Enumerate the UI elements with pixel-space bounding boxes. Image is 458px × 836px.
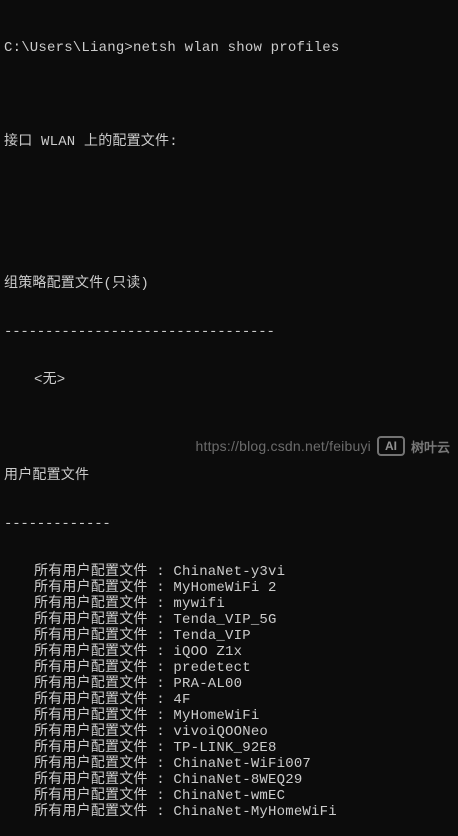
profile-entry-prefix: 所有用户配置文件 : xyxy=(34,676,174,692)
profile-entry-prefix: 所有用户配置文件 : xyxy=(34,724,174,740)
profile-name: Tenda_VIP_5G xyxy=(173,612,277,628)
interface-line: 接口 WLAN 上的配置文件: xyxy=(4,134,178,150)
profile-name: 4F xyxy=(173,692,191,708)
profile-name: TP-LINK_92E8 xyxy=(173,740,277,756)
profile-name: predetect xyxy=(173,660,251,676)
group-policy-divider: --------------------------------- xyxy=(4,324,275,340)
profile-entry-prefix: 所有用户配置文件 : xyxy=(34,580,174,596)
profile-entry: 所有用户配置文件 : 4F xyxy=(4,692,452,708)
profile-entry-prefix: 所有用户配置文件 : xyxy=(34,644,174,660)
profile-entry: 所有用户配置文件 : Tenda_VIP_5G xyxy=(4,612,452,628)
profile-name: MyHomeWiFi 2 xyxy=(173,580,277,596)
profile-name: PRA-AL00 xyxy=(173,676,243,692)
profile-entry-prefix: 所有用户配置文件 : xyxy=(34,788,174,804)
user-profiles-header: 用户配置文件 xyxy=(4,468,90,484)
profile-name: vivoiQOONeo xyxy=(173,724,269,740)
console-output: C:\Users\Liang>netsh wlan show profiles … xyxy=(4,8,452,820)
profile-entry-prefix: 所有用户配置文件 : xyxy=(34,708,174,724)
profile-entry: 所有用户配置文件 : mywifi xyxy=(4,596,452,612)
profile-name: MyHomeWiFi xyxy=(173,708,260,724)
profile-entry: 所有用户配置文件 : MyHomeWiFi xyxy=(4,708,452,724)
profile-entry: 所有用户配置文件 : ChinaNet-wmEC xyxy=(4,788,452,804)
profile-entry-prefix: 所有用户配置文件 : xyxy=(34,756,174,772)
profile-entry: 所有用户配置文件 : Tenda_VIP xyxy=(4,628,452,644)
profile-entry: 所有用户配置文件 : vivoiQOONeo xyxy=(4,724,452,740)
watermark-brand: 树叶云 xyxy=(410,439,450,455)
profile-name: mywifi xyxy=(173,596,226,612)
profile-name: Tenda_VIP xyxy=(173,628,251,644)
profile-name: iQOO Z1x xyxy=(173,644,243,660)
profile-entry-prefix: 所有用户配置文件 : xyxy=(34,612,174,628)
prompt: C:\Users\Liang> xyxy=(4,40,134,56)
watermark: https://blog.csdn.net/feibuyi AI 树叶云 xyxy=(196,436,450,456)
profile-entry-prefix: 所有用户配置文件 : xyxy=(34,628,174,644)
user-profiles-divider: ------------- xyxy=(4,516,111,532)
profile-entry: 所有用户配置文件 : PRA-AL00 xyxy=(4,676,452,692)
profile-entry: 所有用户配置文件 : iQOO Z1x xyxy=(4,644,452,660)
profile-entry-prefix: 所有用户配置文件 : xyxy=(34,564,174,580)
profile-entry-prefix: 所有用户配置文件 : xyxy=(34,692,174,708)
command-text: netsh wlan show profiles xyxy=(133,40,340,56)
profile-entry: 所有用户配置文件 : MyHomeWiFi 2 xyxy=(4,580,452,596)
profile-entry-prefix: 所有用户配置文件 : xyxy=(34,740,174,756)
profile-entry: 所有用户配置文件 : ChinaNet-y3vi xyxy=(4,564,452,580)
profile-entry-prefix: 所有用户配置文件 : xyxy=(34,596,174,612)
profile-list: 所有用户配置文件 : ChinaNet-y3vi 所有用户配置文件 : MyHom… xyxy=(4,564,452,820)
profile-entry: 所有用户配置文件 : ChinaNet-MyHomeWiFi xyxy=(4,804,452,820)
profile-entry: 所有用户配置文件 : ChinaNet-8WEQ29 xyxy=(4,772,452,788)
profile-entry-prefix: 所有用户配置文件 : xyxy=(34,804,174,820)
command-line[interactable]: C:\Users\Liang>netsh wlan show profiles xyxy=(4,40,452,56)
profile-entry-prefix: 所有用户配置文件 : xyxy=(34,660,174,676)
ai-logo-icon: AI xyxy=(376,436,405,456)
profile-entry: 所有用户配置文件 : ChinaNet-WiFi007 xyxy=(4,756,452,772)
group-policy-none: <无> xyxy=(34,372,66,388)
watermark-url: https://blog.csdn.net/feibuyi xyxy=(195,438,371,454)
profile-name: ChinaNet-wmEC xyxy=(173,788,286,804)
profile-name: ChinaNet-y3vi xyxy=(173,564,286,580)
profile-name: ChinaNet-8WEQ29 xyxy=(173,772,303,788)
group-policy-header: 组策略配置文件(只读) xyxy=(4,276,150,292)
profile-name: ChinaNet-MyHomeWiFi xyxy=(173,804,337,820)
profile-name: ChinaNet-WiFi007 xyxy=(173,756,312,772)
profile-entry-prefix: 所有用户配置文件 : xyxy=(34,772,174,788)
profile-entry: 所有用户配置文件 : predetect xyxy=(4,660,452,676)
profile-entry: 所有用户配置文件 : TP-LINK_92E8 xyxy=(4,740,452,756)
